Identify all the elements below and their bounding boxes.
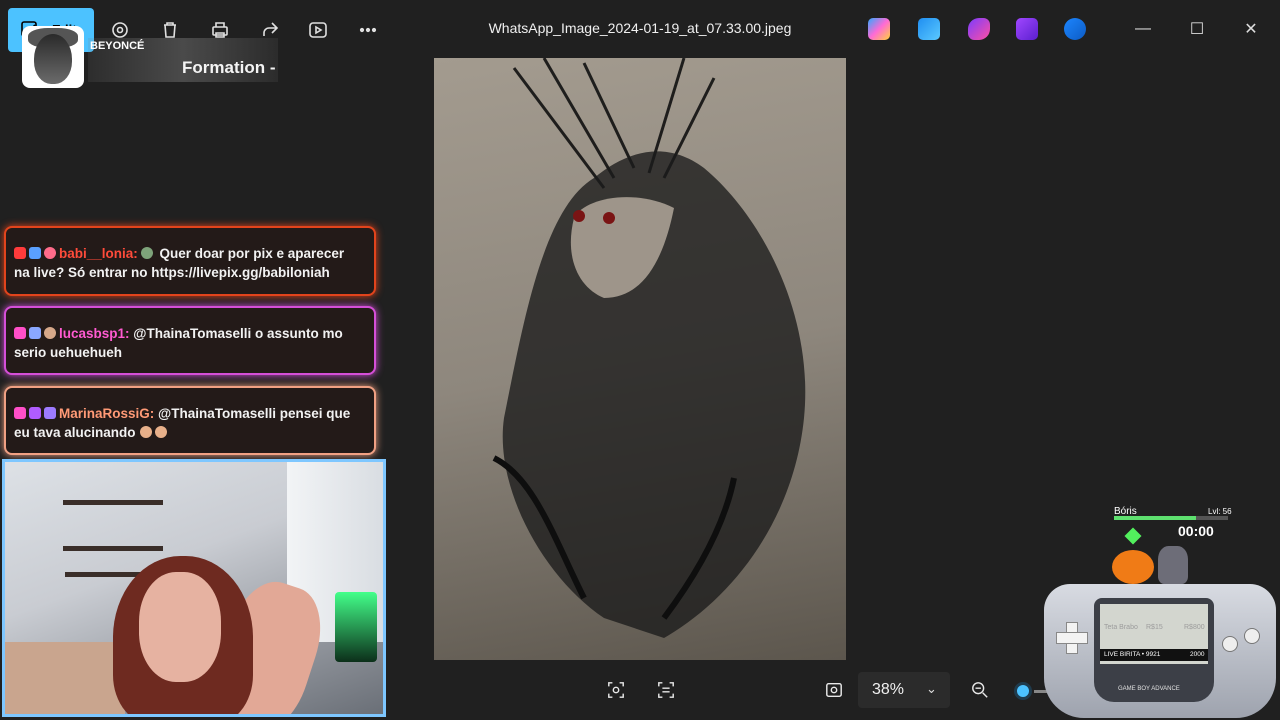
paint-icon[interactable] xyxy=(918,18,940,40)
slideshow-icon[interactable] xyxy=(304,16,332,44)
screen-bar-right: 2000 xyxy=(1190,651,1205,658)
dpad-icon xyxy=(1056,622,1088,654)
a-button-icon xyxy=(1244,628,1260,644)
chat-username: MarinaRossiG: xyxy=(59,406,155,421)
emote-icon xyxy=(139,426,152,438)
sketch-drawing xyxy=(492,58,806,638)
album-cover xyxy=(22,26,84,88)
screen-label: R$800 xyxy=(1184,624,1205,631)
copilot-icon[interactable] xyxy=(868,18,890,40)
chat-username: babi__lonia: xyxy=(59,246,138,261)
fit-icon[interactable] xyxy=(822,680,846,700)
b-button-icon xyxy=(1222,636,1238,652)
zoom-value: 38% xyxy=(872,681,905,698)
heart-icon xyxy=(44,247,56,259)
pet-xp-bar xyxy=(1114,516,1228,520)
zoom-slider-thumb[interactable] xyxy=(1014,682,1032,700)
photo-canvas[interactable] xyxy=(434,58,846,660)
screen-label: R$15 xyxy=(1146,624,1163,631)
emote-icon xyxy=(154,426,167,438)
badge-icon xyxy=(29,407,41,419)
more-icon[interactable] xyxy=(354,16,382,44)
sub-badge-icon xyxy=(14,407,26,419)
timer: 00:00 xyxy=(1178,523,1214,539)
chat-message: lucasbsp1: @ThainaTomaselli o assunto mo… xyxy=(4,306,376,375)
close-button[interactable]: ✕ xyxy=(1236,14,1266,44)
visual-search-icon[interactable] xyxy=(654,680,678,700)
badge-icon xyxy=(29,327,41,339)
pumpkin-icon xyxy=(1112,550,1154,584)
gamepad-icon xyxy=(44,407,56,419)
clipchamp-icon[interactable] xyxy=(968,18,990,40)
minimize-button[interactable]: — xyxy=(1128,14,1158,44)
chat-username: lucasbsp1: xyxy=(59,326,130,341)
badge-icon xyxy=(29,247,41,259)
gameboy-brand: GAME BOY ADVANCE xyxy=(1118,686,1180,692)
artist-name: BEYONCÉ xyxy=(90,40,145,52)
song-title: Formation - xyxy=(182,58,276,77)
onedrive-icon[interactable] xyxy=(1064,18,1086,40)
badge-icon xyxy=(14,247,26,259)
emote-icon xyxy=(44,327,56,339)
emote-icon xyxy=(140,247,153,259)
zoom-out-icon[interactable] xyxy=(968,680,992,700)
chat-message: MarinaRossiG: @ThainaTomaselli pensei qu… xyxy=(4,386,376,455)
now-playing: BEYONCÉ Formation - xyxy=(22,26,278,88)
webcam-feed xyxy=(2,459,386,717)
pet-level: Lvl: 56 xyxy=(1208,507,1232,516)
designer-icon[interactable] xyxy=(1016,18,1038,40)
live-text-icon[interactable] xyxy=(604,680,628,700)
chat-message: babi__lonia: Quer doar por pix e aparece… xyxy=(4,226,376,296)
file-name: WhatsApp_Image_2024-01-19_at_07.33.00.jp… xyxy=(488,20,792,36)
gem-icon xyxy=(1124,527,1142,545)
maximize-button[interactable]: ☐ xyxy=(1182,14,1212,44)
screen-bar-left: LIVE BIRITA • 9921 xyxy=(1104,651,1161,658)
chevron-down-icon: ⌄ xyxy=(926,681,937,696)
screen-label: Teta Brabo xyxy=(1104,624,1138,631)
sub-badge-icon xyxy=(14,327,26,339)
pet-xp-fill xyxy=(1114,516,1197,520)
cat-icon xyxy=(1158,546,1188,584)
